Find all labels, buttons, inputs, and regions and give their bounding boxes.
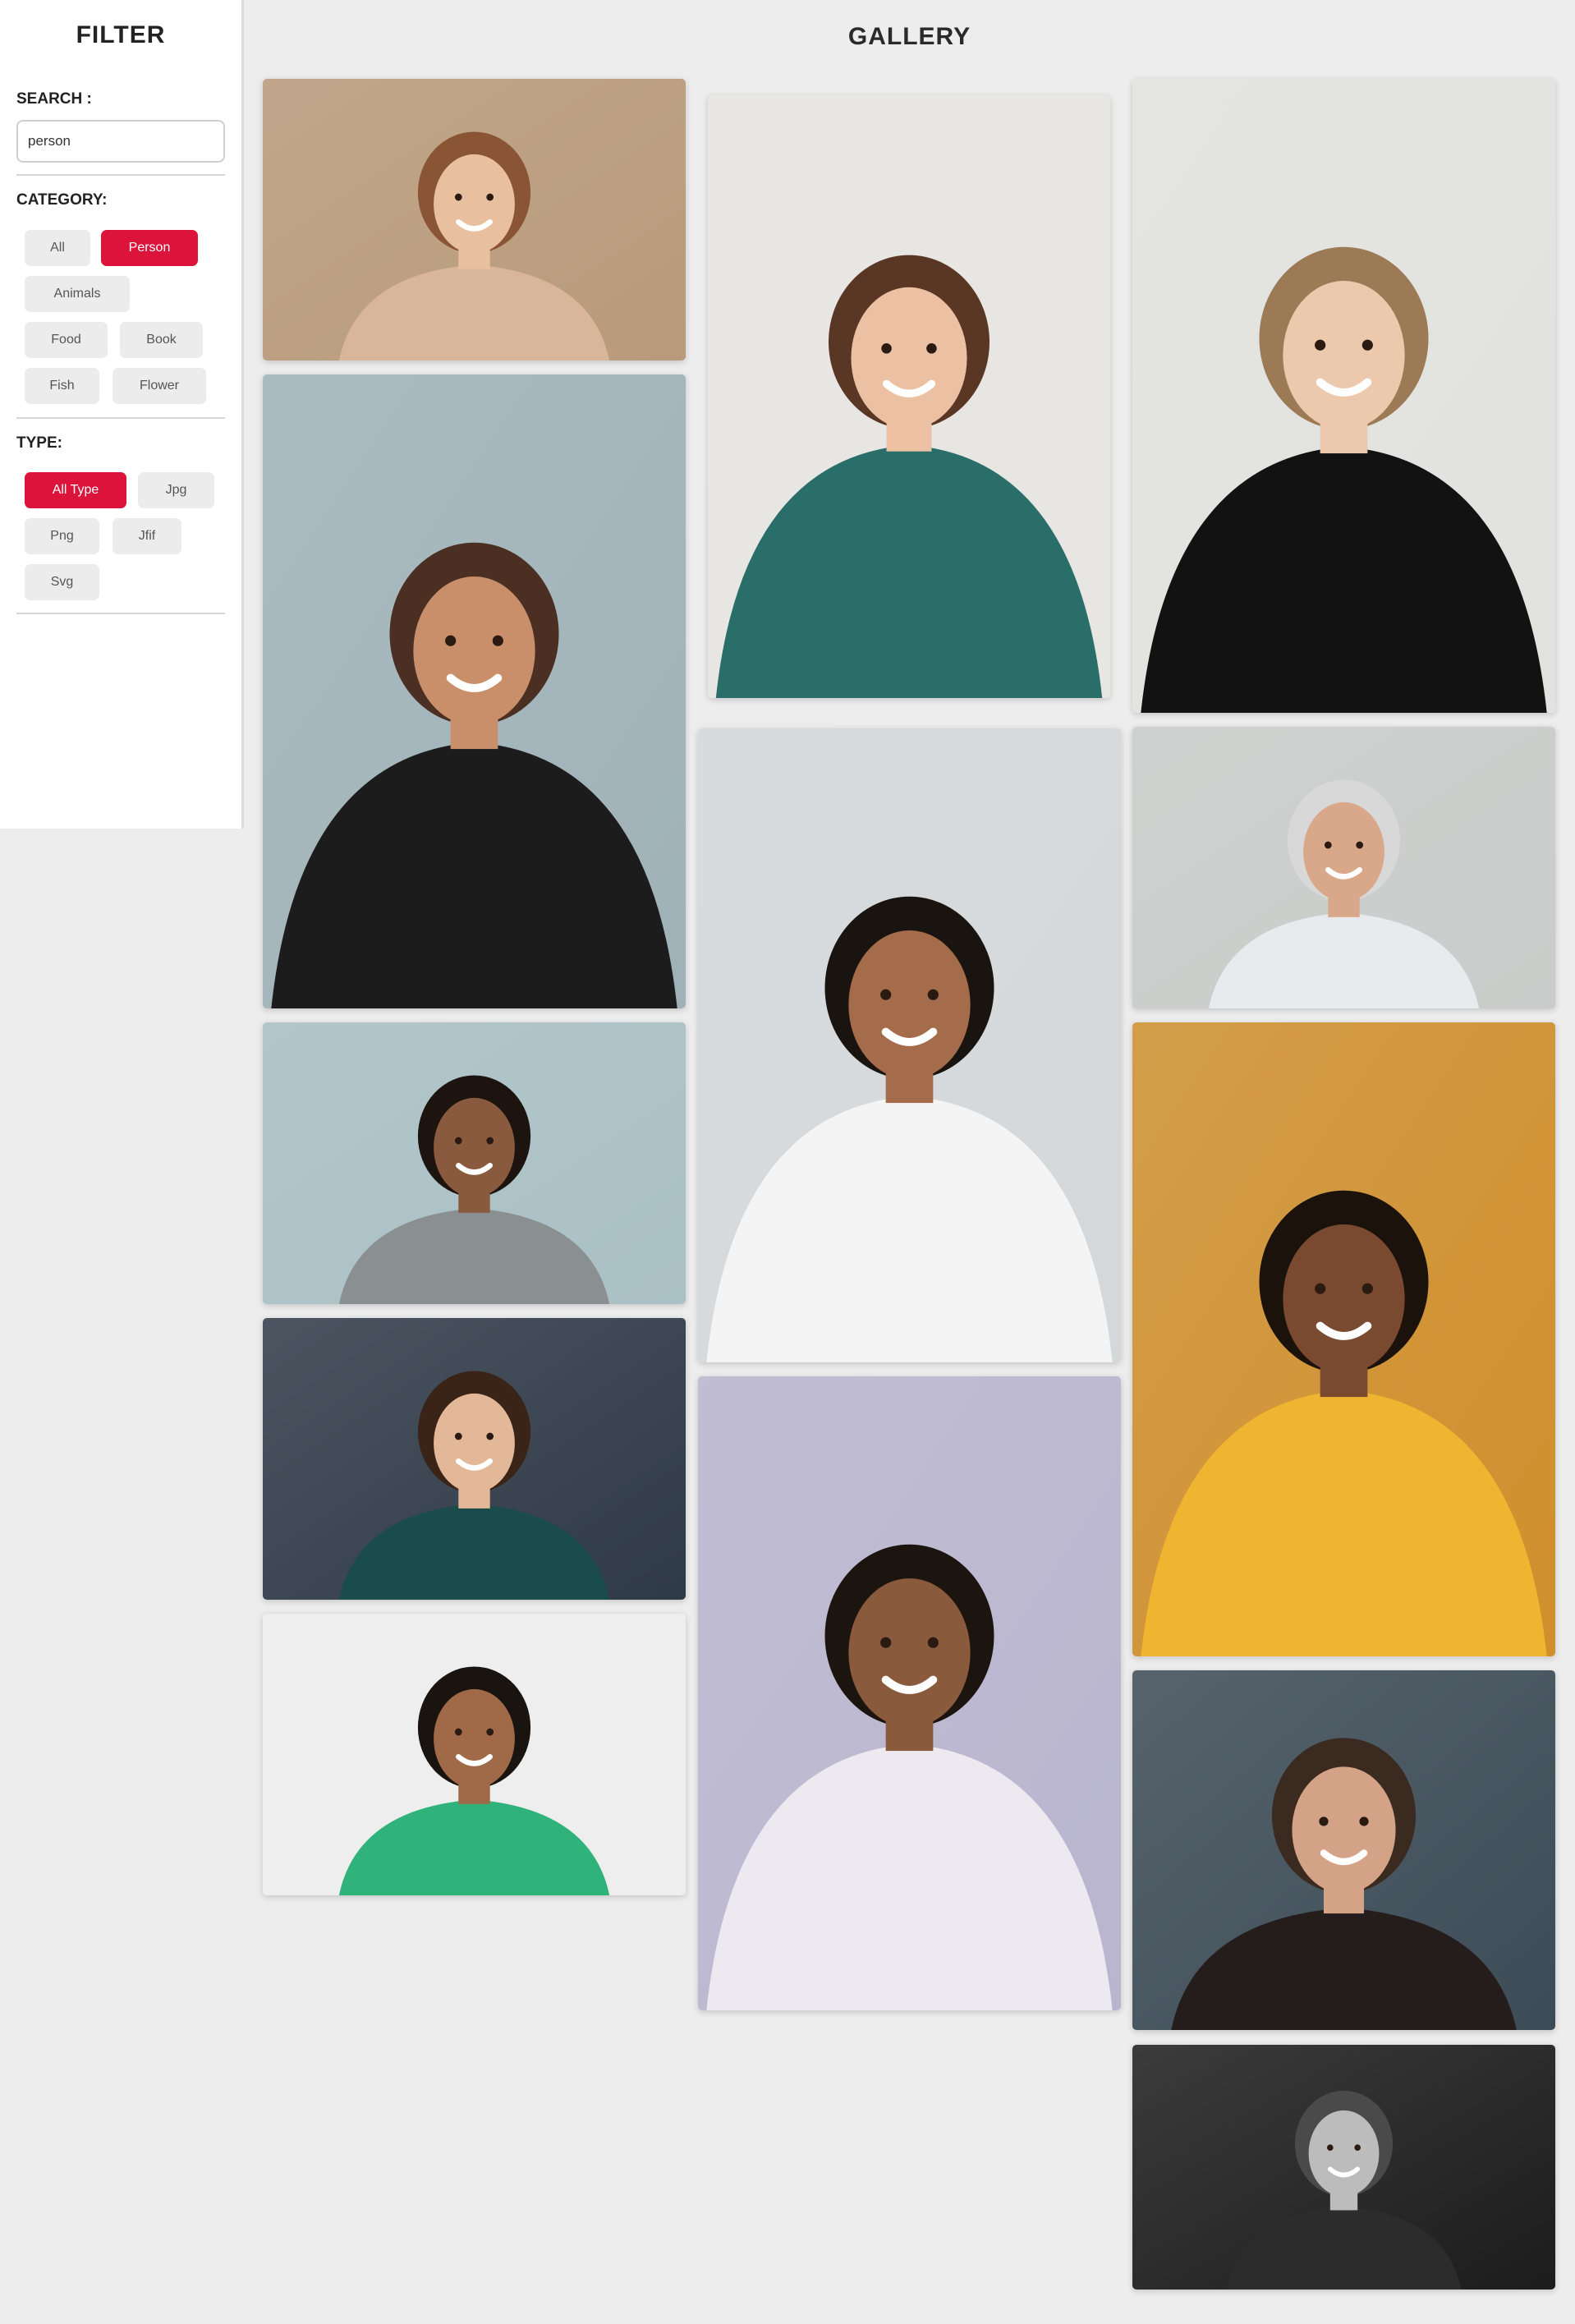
photo-woman-smiling-curly[interactable]: [708, 95, 1110, 698]
category-chip-person[interactable]: Person: [101, 230, 198, 266]
category-chip-food[interactable]: Food: [25, 322, 108, 358]
category-label: CATEGORY:: [16, 191, 108, 209]
sidebar-title: FILTER: [76, 21, 166, 48]
photo-man-pointing-up[interactable]: [698, 728, 1121, 1362]
photo-woman-yellow-jacket[interactable]: [1132, 1022, 1555, 1656]
photo-man-portrait-dark[interactable]: [1132, 1670, 1555, 2030]
photo-man-black-white[interactable]: [1132, 2045, 1555, 2290]
photo-woman-glasses-street[interactable]: [263, 1022, 686, 1304]
type-chip-jfif[interactable]: Jfif: [112, 518, 181, 554]
photo-older-man-office[interactable]: [1132, 727, 1555, 1008]
photo-woman-holding-phone[interactable]: [698, 1376, 1121, 2010]
category-chip-book[interactable]: Book: [120, 322, 203, 358]
category-chip-fish[interactable]: Fish: [25, 368, 99, 404]
gallery-title: GALLERY: [847, 23, 971, 50]
photo-woman-striped-cardigan[interactable]: [263, 374, 686, 1008]
search-input[interactable]: [16, 120, 225, 163]
type-chip-png[interactable]: Png: [25, 518, 99, 554]
divider: [16, 174, 225, 176]
category-chip-animals[interactable]: Animals: [25, 276, 130, 312]
divider: [16, 417, 225, 419]
photo-woman-brick-wall[interactable]: [263, 1318, 686, 1600]
type-chip-all-type[interactable]: All Type: [25, 472, 126, 508]
category-chip-all[interactable]: All: [25, 230, 90, 266]
search-label: SEARCH :: [16, 90, 92, 108]
type-label: TYPE:: [16, 434, 62, 452]
type-chip-svg[interactable]: Svg: [25, 564, 99, 600]
divider: [16, 613, 225, 614]
photo-man-green-tshirt[interactable]: [263, 1614, 686, 1895]
type-chip-jpg[interactable]: Jpg: [138, 472, 214, 508]
filter-sidebar: FILTER SEARCH : CATEGORY: All Person Ani…: [0, 0, 244, 829]
photo-woman-long-hair-outdoors[interactable]: [263, 79, 686, 361]
photo-woman-black-blazer[interactable]: [1132, 79, 1555, 713]
category-chip-flower[interactable]: Flower: [112, 368, 206, 404]
